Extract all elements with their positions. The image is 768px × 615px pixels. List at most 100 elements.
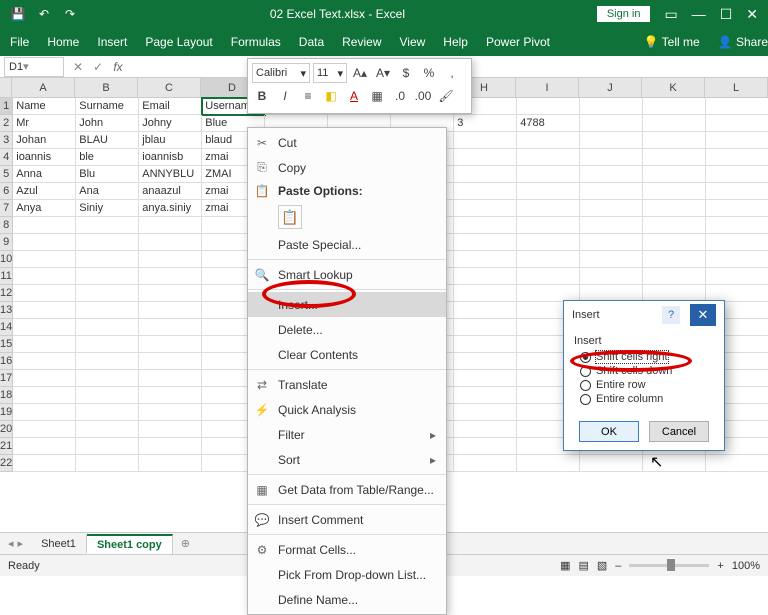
cell[interactable] [706,251,768,268]
column-header[interactable]: J [579,78,642,97]
cell[interactable] [580,251,643,268]
sheet-tab[interactable]: Sheet1 copy [87,534,173,554]
cell[interactable] [13,285,76,302]
cell[interactable] [454,285,517,302]
cell[interactable]: 4788 [517,115,580,132]
row-header[interactable]: 18 [0,387,13,404]
cell[interactable] [643,268,706,285]
menu-translate[interactable]: ⇄Translate [248,372,446,397]
cell[interactable] [643,234,706,251]
font-color-icon[interactable]: A [344,86,364,106]
cell[interactable] [139,217,202,234]
ok-button[interactable]: OK [579,421,639,442]
cell[interactable] [76,421,139,438]
cell[interactable] [517,251,580,268]
row-header[interactable]: 11 [0,268,13,285]
menu-define-name[interactable]: Define Name... [248,587,446,612]
cell[interactable] [454,302,517,319]
sheet-tab[interactable]: Sheet1 [31,535,87,553]
cell[interactable] [517,98,580,115]
tab-home[interactable]: Home [47,35,79,49]
undo-icon[interactable]: ↶ [36,6,52,22]
cell[interactable] [706,149,768,166]
row-header[interactable]: 9 [0,234,13,251]
cell[interactable]: Name [13,98,76,115]
fx-icon[interactable]: fx [108,60,128,74]
decrease-decimal-icon[interactable]: .00 [413,86,433,106]
menu-clear-contents[interactable]: Clear Contents [248,342,446,367]
cell[interactable]: anaazul [139,183,202,200]
tab-power-pivot[interactable]: Power Pivot [486,35,550,49]
cell[interactable] [706,234,768,251]
menu-paste-special[interactable]: Paste Special... [248,232,446,257]
enter-formula-icon[interactable]: ✓ [88,60,108,74]
zoom-out-icon[interactable]: – [615,560,621,572]
cell[interactable] [139,319,202,336]
column-header[interactable]: L [705,78,768,97]
sign-in-button[interactable]: Sign in [597,6,651,22]
cell[interactable] [139,336,202,353]
zoom-level[interactable]: 100% [732,560,760,572]
cell[interactable] [76,370,139,387]
cell[interactable] [517,268,580,285]
cell[interactable] [643,132,706,149]
cell[interactable] [13,302,76,319]
cell[interactable] [454,336,517,353]
percent-format-icon[interactable]: % [419,63,439,83]
cell[interactable] [454,183,517,200]
cell[interactable] [76,217,139,234]
cell[interactable] [580,115,643,132]
cell[interactable] [454,455,517,472]
cell[interactable] [454,387,517,404]
cell[interactable]: Anya [13,200,76,217]
column-header[interactable]: B [75,78,138,97]
redo-icon[interactable]: ↷ [62,6,78,22]
cell[interactable] [76,455,139,472]
cell[interactable] [517,166,580,183]
cell[interactable]: BLAU [76,132,139,149]
cell[interactable] [643,183,706,200]
cell[interactable] [454,166,517,183]
name-box[interactable]: D1▾ [4,57,64,77]
cell[interactable] [580,268,643,285]
cell[interactable] [643,115,706,132]
menu-insert[interactable]: Insert... [248,292,446,317]
cell[interactable] [139,421,202,438]
row-header[interactable]: 21 [0,438,13,455]
ribbon-options-icon[interactable]: ▭ [664,6,677,23]
row-header[interactable]: 8 [0,217,13,234]
cell[interactable] [139,404,202,421]
cell[interactable] [517,217,580,234]
tab-review[interactable]: Review [342,35,381,49]
cell[interactable] [139,438,202,455]
radio-entire-row[interactable]: Entire row [574,379,714,391]
cell[interactable] [706,132,768,149]
cell[interactable] [76,268,139,285]
cell[interactable] [13,319,76,336]
cell[interactable]: anya.siniy [139,200,202,217]
cell[interactable] [76,336,139,353]
row-header[interactable]: 6 [0,183,13,200]
cell[interactable] [76,234,139,251]
sheet-nav-last-icon[interactable]: ▸ [18,537,24,550]
dialog-close-icon[interactable]: ✕ [690,304,716,326]
menu-insert-comment[interactable]: 💬Insert Comment [248,507,446,532]
cell[interactable] [517,200,580,217]
cell[interactable] [76,353,139,370]
cell[interactable] [139,387,202,404]
cell[interactable] [454,353,517,370]
cell[interactable] [13,268,76,285]
tab-page-layout[interactable]: Page Layout [145,35,212,49]
accounting-format-icon[interactable]: $ [396,63,416,83]
cell[interactable] [643,98,706,115]
increase-decimal-icon[interactable]: .0 [390,86,410,106]
row-header[interactable]: 20 [0,421,13,438]
cell[interactable] [76,404,139,421]
cell[interactable]: ioannis [13,149,76,166]
cell[interactable] [139,234,202,251]
tab-help[interactable]: Help [443,35,468,49]
cell[interactable] [706,183,768,200]
borders-icon[interactable]: ▦ [367,86,387,106]
column-header[interactable]: K [642,78,705,97]
cell[interactable] [517,183,580,200]
